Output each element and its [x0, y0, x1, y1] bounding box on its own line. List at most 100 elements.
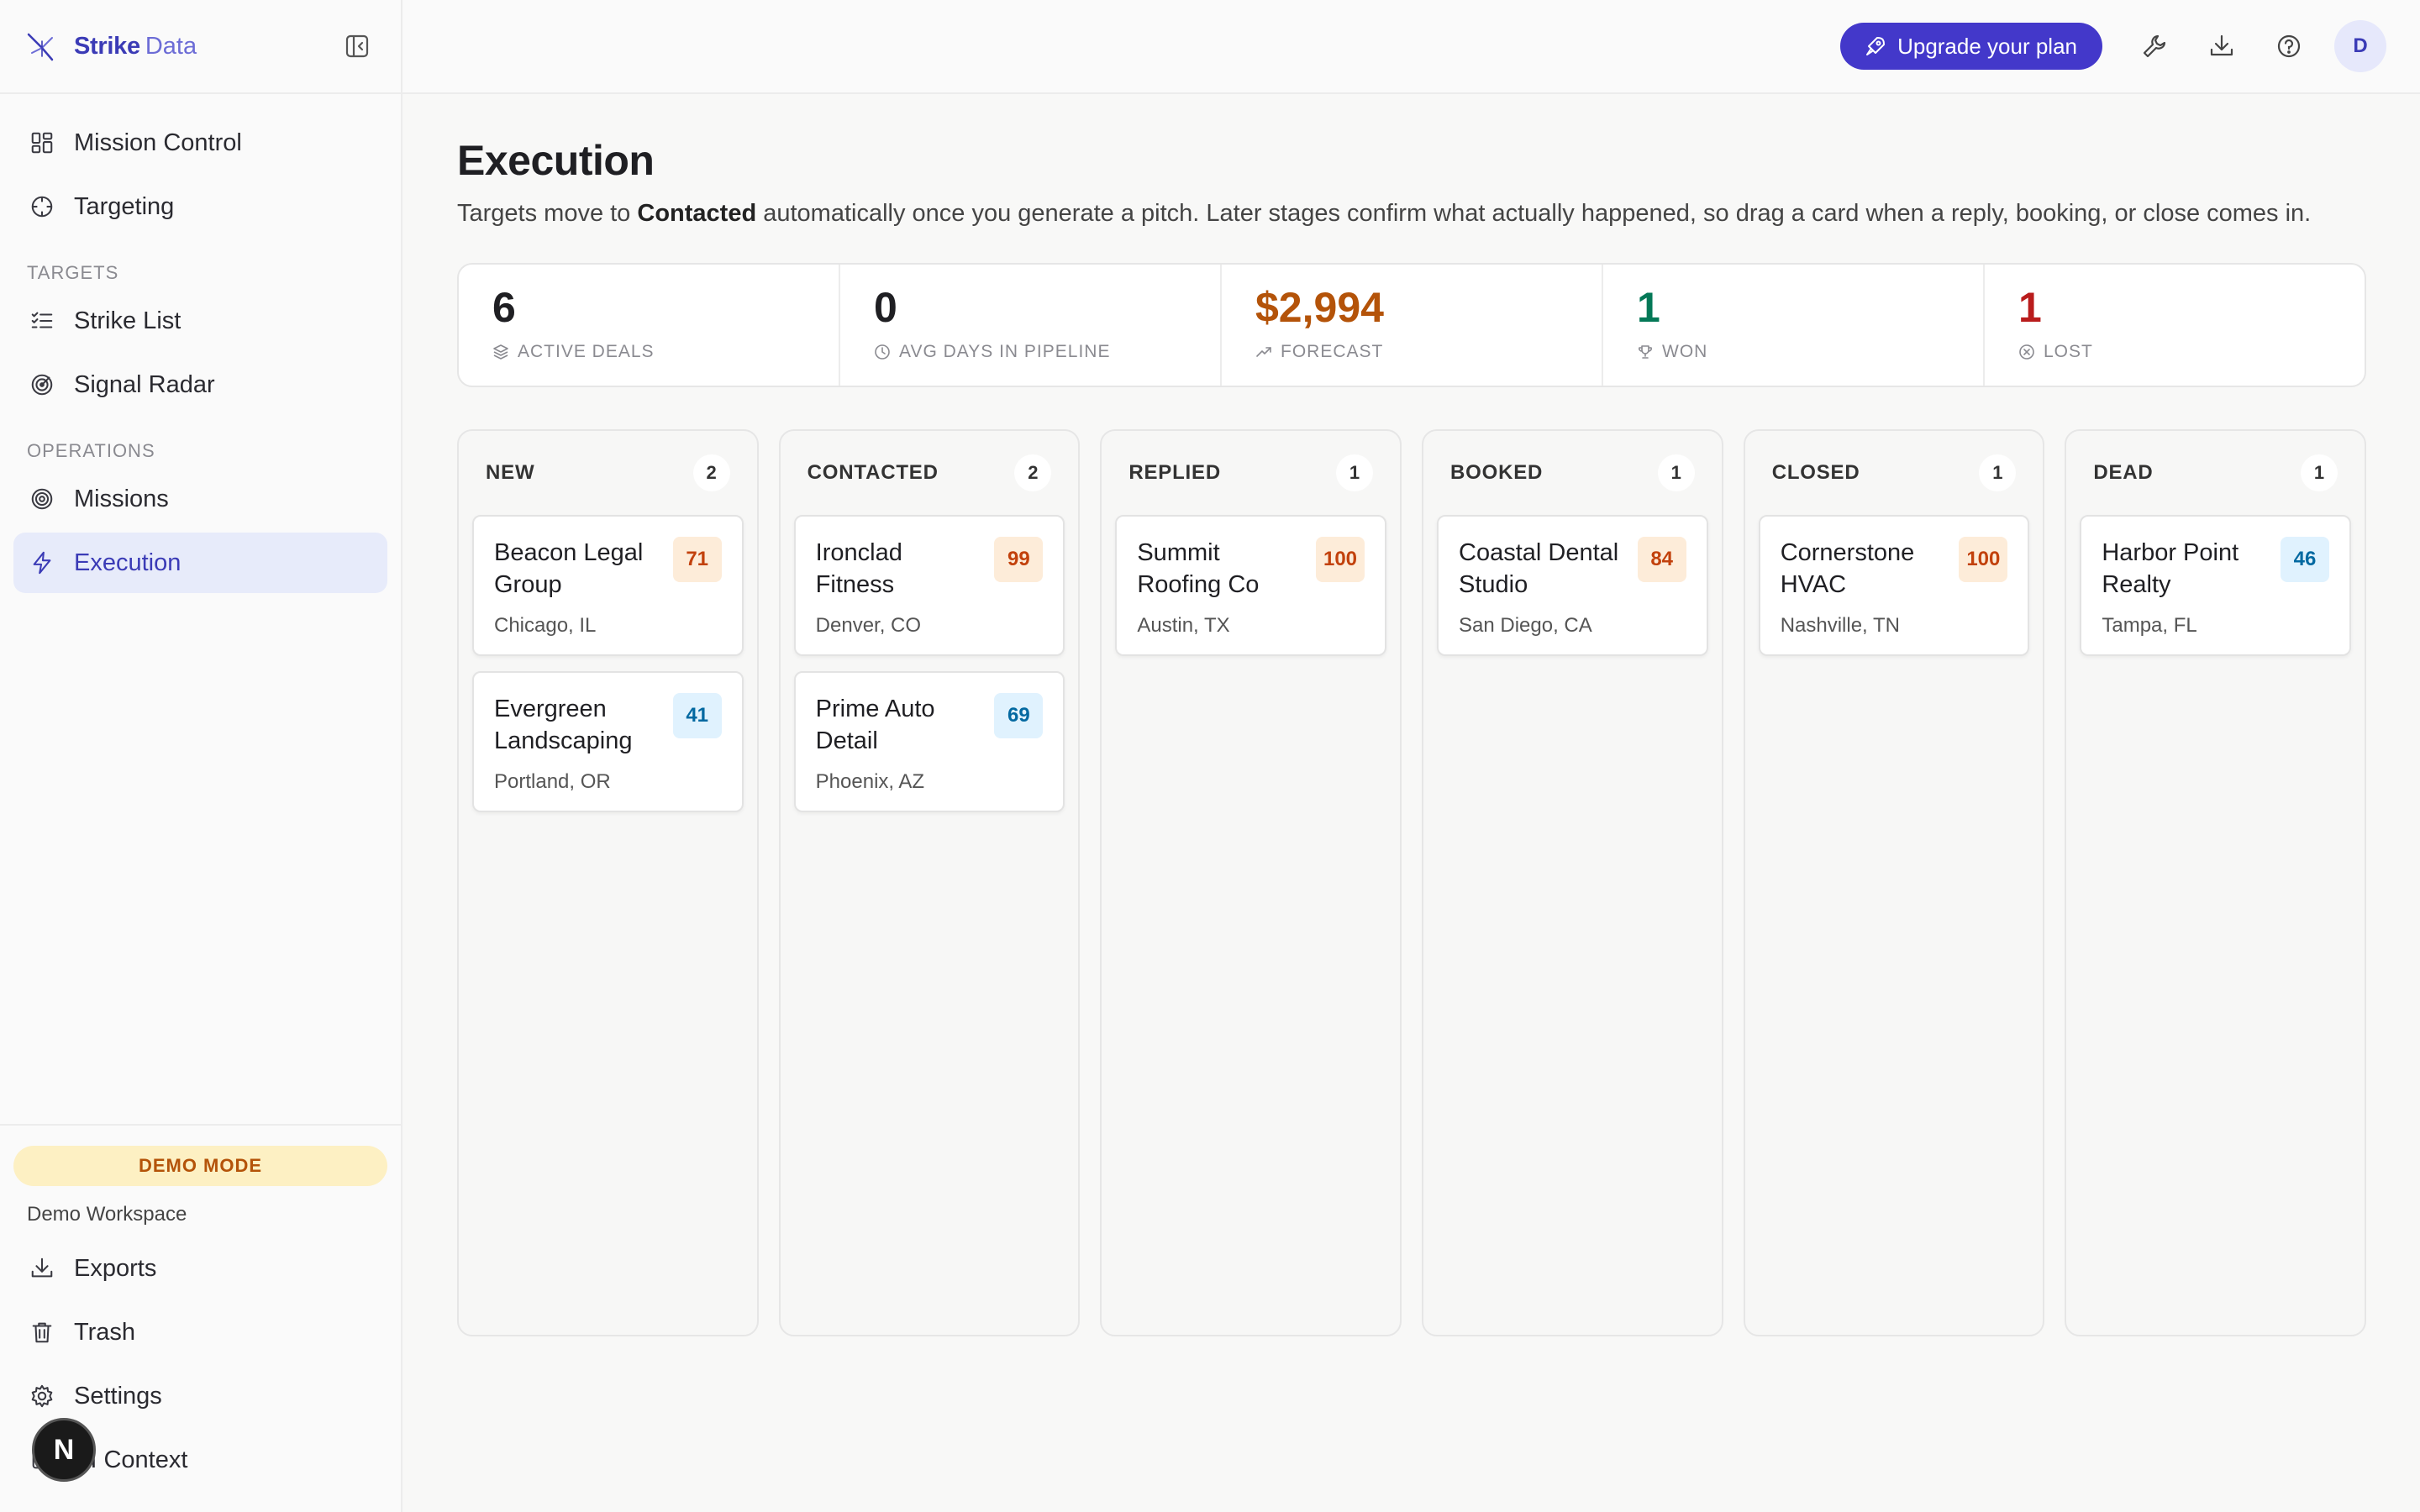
brand-sub: Data	[145, 32, 197, 60]
stat-label-row: ACTIVE DEALS	[492, 342, 805, 362]
sidebar-item-execution[interactable]: Execution	[13, 533, 387, 593]
radar-icon	[29, 371, 55, 398]
column-count: 1	[2301, 454, 2338, 491]
deal-location: Chicago, IL	[494, 614, 597, 637]
trend-up-icon	[1255, 344, 1272, 360]
crosshair-icon	[29, 193, 55, 220]
column-closed[interactable]: CLOSED 1 Cornerstone HVAC 100 Nashville,…	[1743, 429, 2045, 1336]
column-count: 2	[1014, 454, 1052, 491]
stat-label: WON	[1662, 342, 1708, 361]
column-replied[interactable]: REPLIED 1 Summit Roofing Co 100 Austin, …	[1100, 429, 1402, 1336]
score-badge: 46	[2281, 537, 2330, 582]
sidebar-item-label: Missions	[74, 485, 169, 512]
score-badge: 100	[1959, 537, 2008, 582]
sidebar-item-strike-list[interactable]: Strike List	[13, 291, 387, 351]
deal-card[interactable]: Cornerstone HVAC 100 Nashville, TN	[1758, 515, 2030, 656]
sidebar-item-mission-control[interactable]: Mission Control	[13, 113, 387, 173]
deal-card[interactable]: Harbor Point Realty 46 Tampa, FL	[2080, 515, 2352, 656]
deal-card[interactable]: Summit Roofing Co 100 Austin, TX	[1115, 515, 1387, 656]
column-count: 1	[1336, 454, 1374, 491]
demo-mode-badge: DEMO MODE	[13, 1146, 387, 1186]
stat-lost: 1 LOST	[1985, 265, 2365, 386]
kanban-board: NEW 2 Beacon Legal Group 71 Chicago, IL …	[457, 429, 2367, 1336]
stat-value: 1	[1637, 284, 1660, 331]
download-icon	[29, 1255, 55, 1282]
score-badge: 100	[1316, 537, 1365, 582]
stat-forecast: $2,994 FORECAST	[1222, 265, 1603, 386]
deal-card[interactable]: Prime Auto Detail 69 Phoenix, AZ	[793, 671, 1065, 812]
deal-location: Denver, CO	[815, 614, 922, 637]
lightning-icon	[29, 549, 55, 576]
page-subtitle: Targets move to Contacted automatically …	[457, 200, 2366, 228]
wrench-icon[interactable]	[2121, 13, 2188, 80]
sidebar-item-label: Strike List	[74, 307, 182, 334]
deal-card[interactable]: Coastal Dental Studio 84 San Diego, CA	[1437, 515, 1708, 656]
deal-card[interactable]: Beacon Legal Group 71 Chicago, IL	[472, 515, 744, 656]
deal-location: Austin, TX	[1137, 614, 1230, 637]
download-icon[interactable]	[2188, 13, 2255, 80]
deal-name: Ironclad Fitness	[815, 539, 902, 598]
column-header: DEAD 1	[2080, 431, 2351, 515]
page-title: Execution	[457, 137, 655, 184]
trash-icon	[29, 1319, 55, 1346]
stat-label-row: FORECAST	[1255, 342, 1568, 362]
column-name: BOOKED	[1450, 461, 1544, 484]
deal-card[interactable]: Ironclad Fitness 99 Denver, CO	[793, 515, 1065, 656]
strike-logo-icon[interactable]	[24, 28, 60, 65]
upgrade-plan-label: Upgrade your plan	[1897, 33, 2077, 59]
column-header: BOOKED 1	[1437, 431, 1708, 515]
sidebar-item-label: Mission Control	[74, 129, 242, 156]
nav-section-targets: TARGETS	[27, 262, 119, 283]
dev-tools-badge[interactable]: N	[32, 1418, 96, 1482]
sidebar-item-signal-radar[interactable]: Signal Radar	[13, 354, 387, 415]
sidebar-item-label: Signal Radar	[74, 370, 215, 398]
stat-label: FORECAST	[1281, 342, 1384, 361]
sidebar-item-targeting[interactable]: Targeting	[13, 176, 387, 237]
column-name: REPLIED	[1128, 461, 1221, 484]
column-new[interactable]: NEW 2 Beacon Legal Group 71 Chicago, IL …	[457, 429, 759, 1336]
sidebar-item-trash[interactable]: Trash	[13, 1302, 387, 1362]
column-name: CLOSED	[1771, 461, 1860, 484]
score-badge: 84	[1637, 537, 1686, 582]
column-header: NEW 2	[472, 431, 744, 515]
sidebar-item-missions[interactable]: Missions	[13, 469, 387, 529]
sidebar-item-label: Trash	[74, 1318, 136, 1346]
score-badge: 99	[994, 537, 1044, 582]
stat-value: 1	[2018, 284, 2042, 331]
score-badge: 71	[672, 537, 722, 582]
deal-location: Nashville, TN	[1780, 614, 1900, 637]
stat-value: 6	[492, 284, 516, 331]
deal-name: Harbor Point Realty	[2102, 539, 2239, 598]
dashboard-grid-icon	[29, 129, 55, 156]
sidebar-item-exports[interactable]: Exports	[13, 1238, 387, 1299]
x-circle-icon	[2018, 344, 2035, 360]
column-name: CONTACTED	[807, 461, 939, 484]
user-avatar[interactable]: D	[2334, 20, 2386, 72]
main-content: Execution Targets move to Contacted auto…	[457, 94, 2367, 1336]
target-icon	[29, 486, 55, 512]
column-header: CLOSED 1	[1759, 431, 2030, 515]
column-count: 2	[692, 454, 730, 491]
score-badge: 69	[994, 693, 1044, 738]
column-count: 1	[1979, 454, 2017, 491]
sidebar-item-label: Execution	[74, 549, 182, 576]
deal-location: Tampa, FL	[2102, 614, 2197, 637]
deal-card[interactable]: Evergreen Landscaping 41 Portland, OR	[472, 671, 744, 812]
stat-won: 1 WON	[1603, 265, 1985, 386]
nav-section-operations: OPERATIONS	[27, 440, 155, 461]
stat-active-deals: 6 ACTIVE DEALS	[459, 265, 840, 386]
help-icon[interactable]	[2255, 13, 2323, 80]
deal-location: San Diego, CA	[1459, 614, 1592, 637]
column-contacted[interactable]: CONTACTED 2 Ironclad Fitness 99 Denver, …	[778, 429, 1081, 1336]
column-booked[interactable]: BOOKED 1 Coastal Dental Studio 84 San Di…	[1422, 429, 1723, 1336]
subtitle-post: automatically once you generate a pitch.…	[756, 200, 2312, 227]
upgrade-plan-button[interactable]: Upgrade your plan	[1840, 23, 2102, 70]
top-bar: Upgrade your plan D	[402, 0, 2420, 94]
sidebar-item-settings[interactable]: Settings	[13, 1366, 387, 1426]
stat-value: 0	[874, 284, 897, 331]
collapse-sidebar-icon[interactable]	[340, 29, 374, 63]
column-dead[interactable]: DEAD 1 Harbor Point Realty 46 Tampa, FL	[2065, 429, 2367, 1336]
stat-value: $2,994	[1255, 284, 1384, 331]
workspace-name[interactable]: Demo Workspace	[13, 1186, 387, 1238]
brand-name: Strike	[74, 32, 140, 60]
